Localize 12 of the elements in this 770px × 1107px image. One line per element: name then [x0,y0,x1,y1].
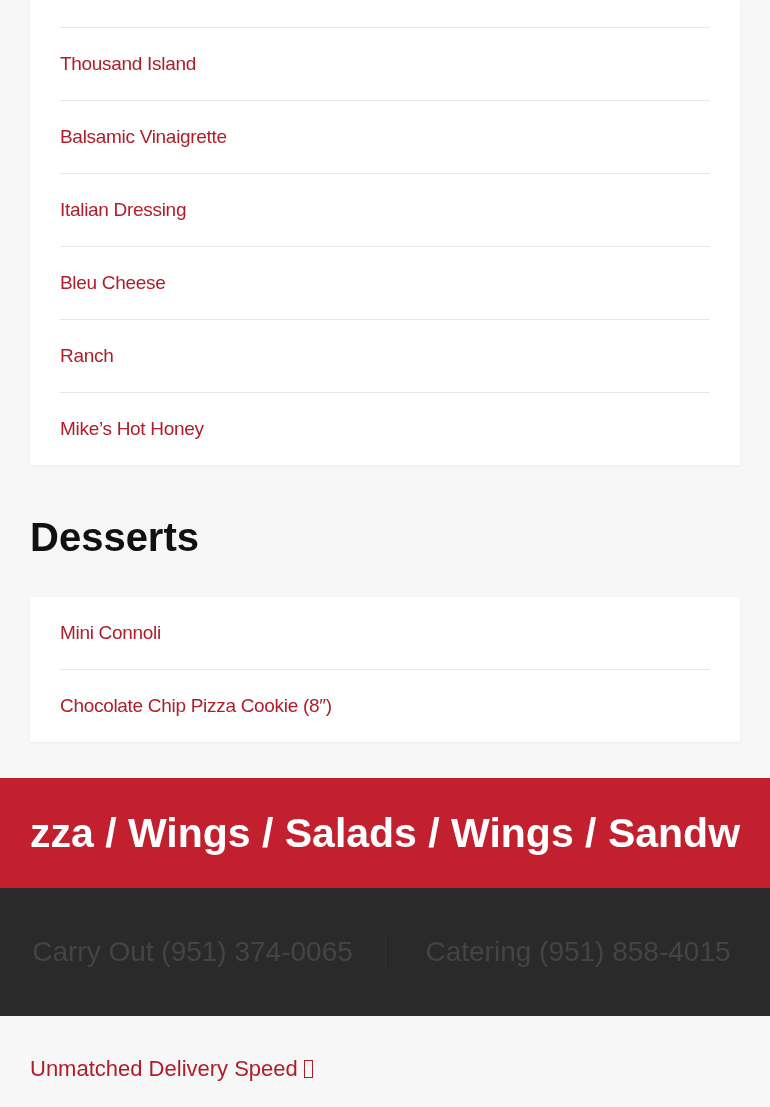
missing-glyph-icon [303,1060,313,1078]
feature-heading: Unmatched Delivery Speed [30,1056,298,1082]
menu-item-link[interactable]: Chocolate Chip Pizza Cookie (8″) [60,695,332,717]
menu-item-link[interactable]: Italian Dressing [60,199,187,221]
menu-item-link[interactable]: Ranch [60,345,114,367]
menu-item-link[interactable]: Balsamic Vinaigrette [60,126,227,148]
menu-item-link[interactable]: Mini Connoli [60,622,161,644]
menu-item-link[interactable]: Thousand Island [60,53,196,75]
banner-text: zza / Wings / Salads / Wings / Sandw [29,809,741,857]
menu-item-link[interactable]: Mike’s Hot Honey [60,418,204,440]
section-heading: Desserts [30,514,200,561]
menu-item-link[interactable]: Bleu Cheese [60,272,166,294]
